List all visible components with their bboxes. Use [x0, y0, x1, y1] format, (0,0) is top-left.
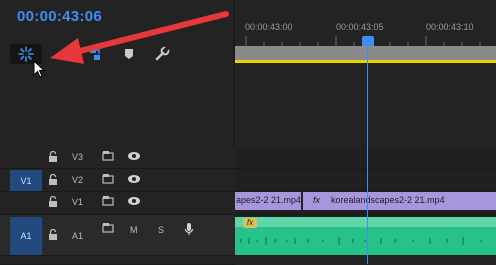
- source-patch-v1[interactable]: V1: [10, 170, 42, 191]
- lane-v3[interactable]: [235, 146, 496, 169]
- lock-icon[interactable]: [48, 174, 58, 185]
- eye-icon[interactable]: [127, 151, 141, 161]
- lock-icon[interactable]: [48, 196, 58, 207]
- solo-track-button[interactable]: S: [158, 225, 164, 235]
- lock-icon[interactable]: [48, 229, 58, 240]
- ruler-tick-label: 00:00:43:00: [245, 22, 293, 32]
- sync-lock-icon[interactable]: [102, 223, 116, 233]
- track-name: V3: [72, 152, 84, 162]
- eye-icon[interactable]: [127, 196, 141, 206]
- ruler-tick-label: 00:00:43:10: [426, 22, 474, 32]
- mute-track-button[interactable]: M: [130, 225, 138, 235]
- clip-label: korealandscapes2-2 21.mp4: [331, 195, 445, 205]
- sync-lock-icon[interactable]: [102, 174, 116, 184]
- track-name: V1: [72, 197, 84, 207]
- sync-lock-icon[interactable]: [102, 151, 116, 161]
- playhead-line[interactable]: [367, 36, 368, 264]
- playhead-handle[interactable]: [362, 36, 374, 46]
- audio-clip-header: [235, 217, 496, 227]
- sync-lock-icon[interactable]: [102, 196, 116, 206]
- track-header-v1[interactable]: [0, 192, 235, 215]
- microphone-icon[interactable]: [184, 222, 194, 236]
- ruler-tick-label: 00:00:43:05: [336, 22, 384, 32]
- eye-icon[interactable]: [127, 174, 141, 184]
- fx-badge: fx: [313, 195, 321, 205]
- fx-badge: fx: [243, 218, 257, 228]
- track-header-v3[interactable]: [0, 146, 235, 169]
- lock-icon[interactable]: [48, 151, 58, 162]
- clip-label: apes2-2 21.mp4: [236, 195, 301, 205]
- video-clip[interactable]: fx korealandscapes2-2 21.mp4: [303, 192, 496, 210]
- edit-point[interactable]: [301, 192, 303, 210]
- video-clip[interactable]: apes2-2 21.mp4: [235, 192, 301, 210]
- audio-waveform: [240, 237, 482, 245]
- lane-v2[interactable]: [235, 169, 496, 192]
- snap-icon: [18, 46, 34, 62]
- track-name: V2: [72, 175, 84, 185]
- source-patch-a1[interactable]: A1: [10, 217, 42, 255]
- annotation-arrow-icon: [50, 11, 229, 64]
- work-area-indicator: [235, 60, 496, 63]
- track-name: A1: [72, 231, 84, 241]
